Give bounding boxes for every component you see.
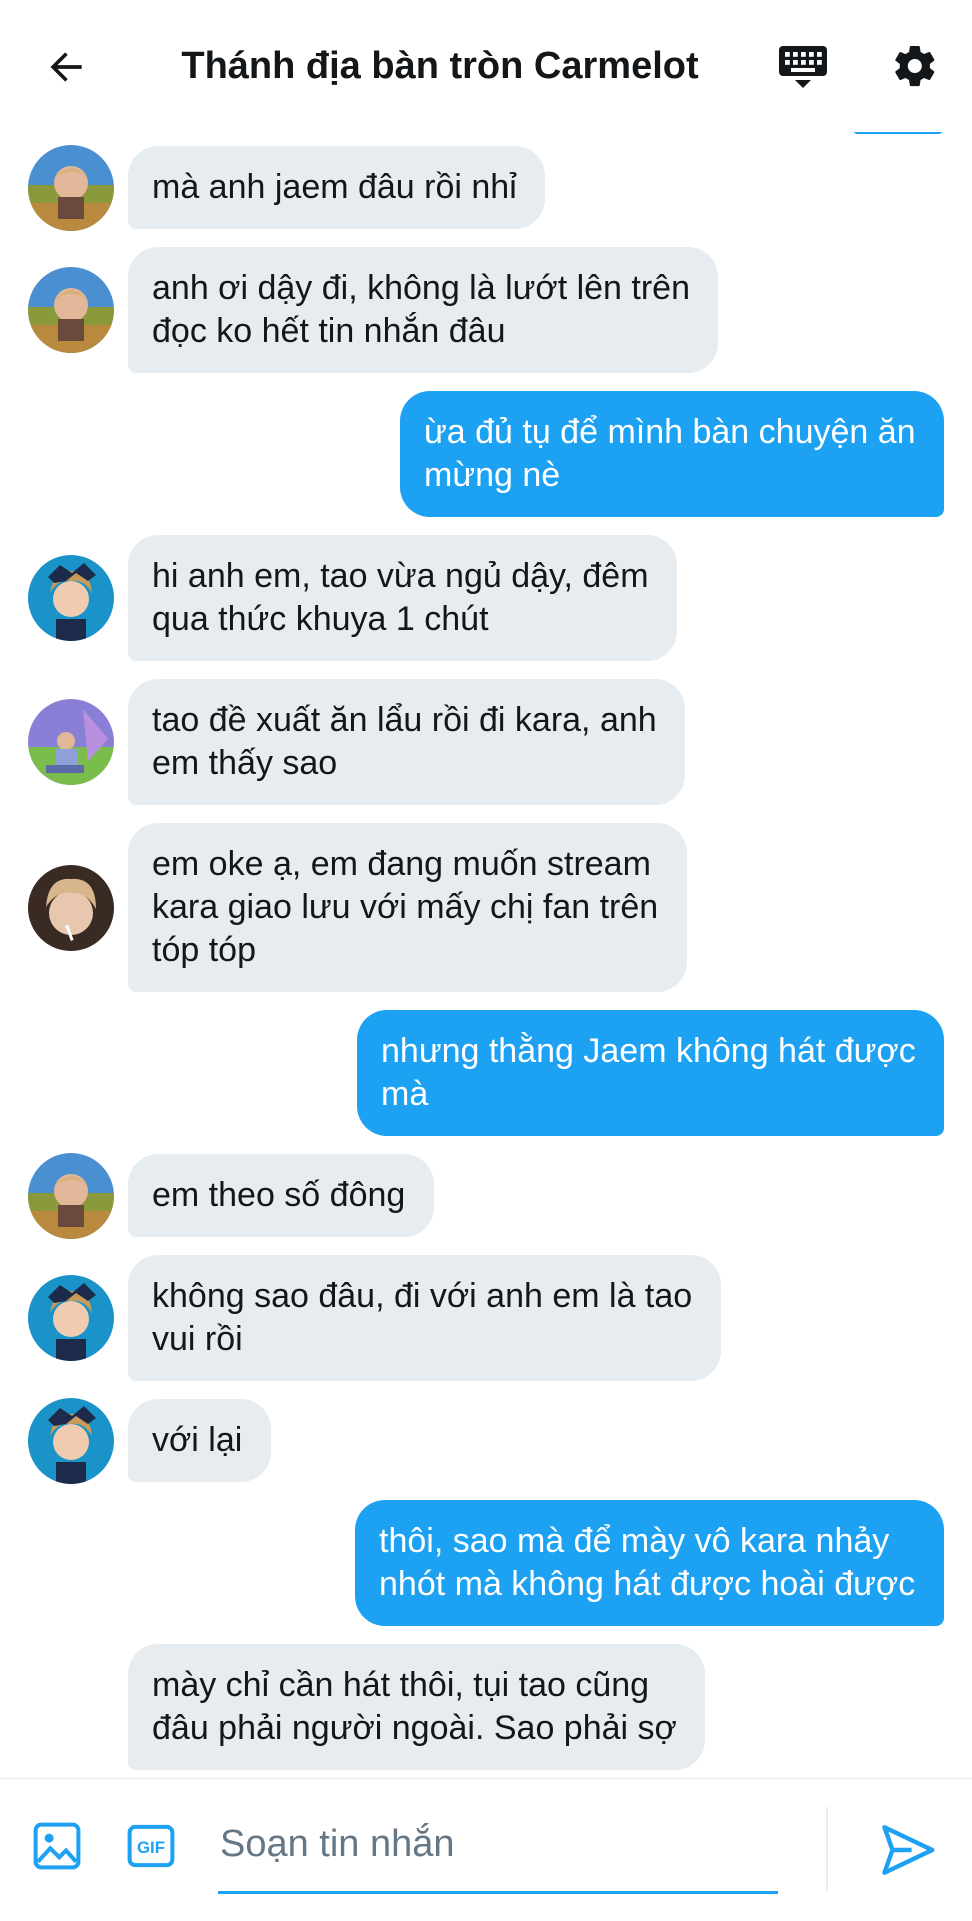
incoming-message[interactable]: không sao đâu, đi với anh em là tao vui r… — [128, 1255, 721, 1381]
message-text-line: nhót mà không hát được hoài được — [379, 1565, 916, 1603]
sender-avatar[interactable] — [28, 1152, 114, 1239]
send-icon — [882, 1825, 935, 1875]
sender-avatar[interactable] — [28, 267, 114, 353]
message-text-line: đọc ko hết tin nhắn đâu — [152, 312, 506, 350]
sender-avatar[interactable] — [28, 699, 114, 785]
avatar-image — [28, 699, 114, 785]
avatar-image — [28, 1152, 114, 1239]
message-text-line: thôi, sao mà để mày vô kara nhảy — [379, 1522, 890, 1560]
incoming-message[interactable]: anh ơi dậy đi, không là lướt lên trên đọc… — [128, 247, 718, 373]
outgoing-message[interactable]: thôi, sao mà để mày vô kara nhảy nhót mà … — [355, 1500, 944, 1626]
avatar-image — [28, 267, 114, 353]
gear-icon — [895, 45, 935, 87]
message-input-wrapper — [218, 1799, 782, 1894]
incoming-message[interactable]: mà anh jaem đâu rồi nhỉ — [128, 146, 545, 229]
composer-divider — [826, 1807, 828, 1891]
message-text-line: qua thức khuya 1 chút — [152, 600, 489, 638]
message-text-line: kara giao lưu với mấy chị fan trên — [152, 888, 659, 926]
outgoing-message[interactable]: nhưng thằng Jaem không hát được mà — [357, 1010, 944, 1136]
keyboard-icon — [779, 46, 827, 88]
message-input[interactable] — [218, 1799, 782, 1889]
message-text-line: mừng nè — [424, 456, 561, 494]
conversation-header: Thánh địa bàn tròn Carmelot — [0, 0, 972, 132]
image-icon — [33, 1822, 81, 1870]
settings-button[interactable] — [887, 38, 943, 94]
message-list[interactable]: mà anh jaem đâu rồi nhỉ anh ơi dậy đi, kh… — [0, 0, 972, 1778]
message-text-line: tao đề xuất ăn lẩu rồi đi kara, anh — [152, 701, 657, 739]
gif-label: GIF — [137, 1838, 165, 1857]
message-text-line: tóp tóp — [152, 931, 256, 969]
message-text-line: em thấy sao — [152, 744, 338, 782]
sender-avatar[interactable] — [28, 144, 114, 231]
message-text-line: vui rồi — [152, 1320, 243, 1358]
avatar-image — [28, 555, 114, 641]
message-text-line: mà — [381, 1075, 429, 1113]
sender-avatar[interactable] — [28, 1397, 114, 1484]
conversation-title: Thánh địa bàn tròn Carmelot — [181, 45, 699, 87]
message-composer: GIF — [0, 1778, 972, 1921]
message-text-line: ừa đủ tụ để mình bàn chuyện ăn — [424, 413, 916, 451]
incoming-message[interactable]: hi anh em, tao vừa ngủ dậy, đêm qua thức … — [128, 535, 677, 661]
incoming-message[interactable]: em oke ạ, em đang muốn stream kara giao l… — [128, 823, 687, 992]
incoming-message[interactable]: em theo số đông — [128, 1154, 434, 1237]
message-text-line: em theo số đông — [152, 1176, 406, 1214]
arrow-left-icon — [50, 52, 82, 82]
sender-avatar[interactable] — [28, 1275, 114, 1361]
incoming-message[interactable]: tao đề xuất ăn lẩu rồi đi kara, anh em th… — [128, 679, 685, 805]
message-text-line: mày chỉ cần hát thôi, tụi tao cũng — [152, 1666, 650, 1704]
outgoing-message[interactable]: ừa đủ tụ để mình bàn chuyện ăn mừng nè — [400, 391, 944, 517]
avatar-image — [28, 1275, 114, 1361]
avatar-image — [28, 864, 114, 951]
avatar-image — [28, 144, 114, 231]
send-button[interactable] — [878, 1819, 940, 1881]
message-text-line: không sao đâu, đi với anh em là tao — [152, 1277, 693, 1315]
message-text-line: đâu phải người ngoài. Sao phải sợ — [152, 1709, 677, 1747]
gif-icon: GIF — [127, 1824, 175, 1868]
message-text-line: với lại — [152, 1421, 243, 1459]
message-text-line: em oke ạ, em đang muốn stream — [152, 845, 651, 883]
add-media-button[interactable] — [30, 1819, 84, 1873]
incoming-message[interactable]: với lại — [128, 1399, 271, 1482]
incoming-message[interactable]: mày chỉ cần hát thôi, tụi tao cũng đâu ph… — [128, 1644, 705, 1770]
message-text-line: mà anh jaem đâu rồi nhỉ — [152, 168, 517, 206]
message-text-line: nhưng thằng Jaem không hát được — [381, 1032, 916, 1070]
message-text-line: anh ơi dậy đi, không là lướt lên trên — [152, 269, 690, 307]
keyboard-button[interactable] — [775, 40, 831, 96]
back-button[interactable] — [40, 40, 94, 94]
sender-avatar[interactable] — [28, 864, 114, 951]
message-text-line: hi anh em, tao vừa ngủ dậy, đêm — [152, 557, 649, 595]
avatar-image — [28, 1397, 114, 1484]
sender-avatar[interactable] — [28, 555, 114, 641]
gif-button[interactable]: GIF — [124, 1819, 178, 1873]
